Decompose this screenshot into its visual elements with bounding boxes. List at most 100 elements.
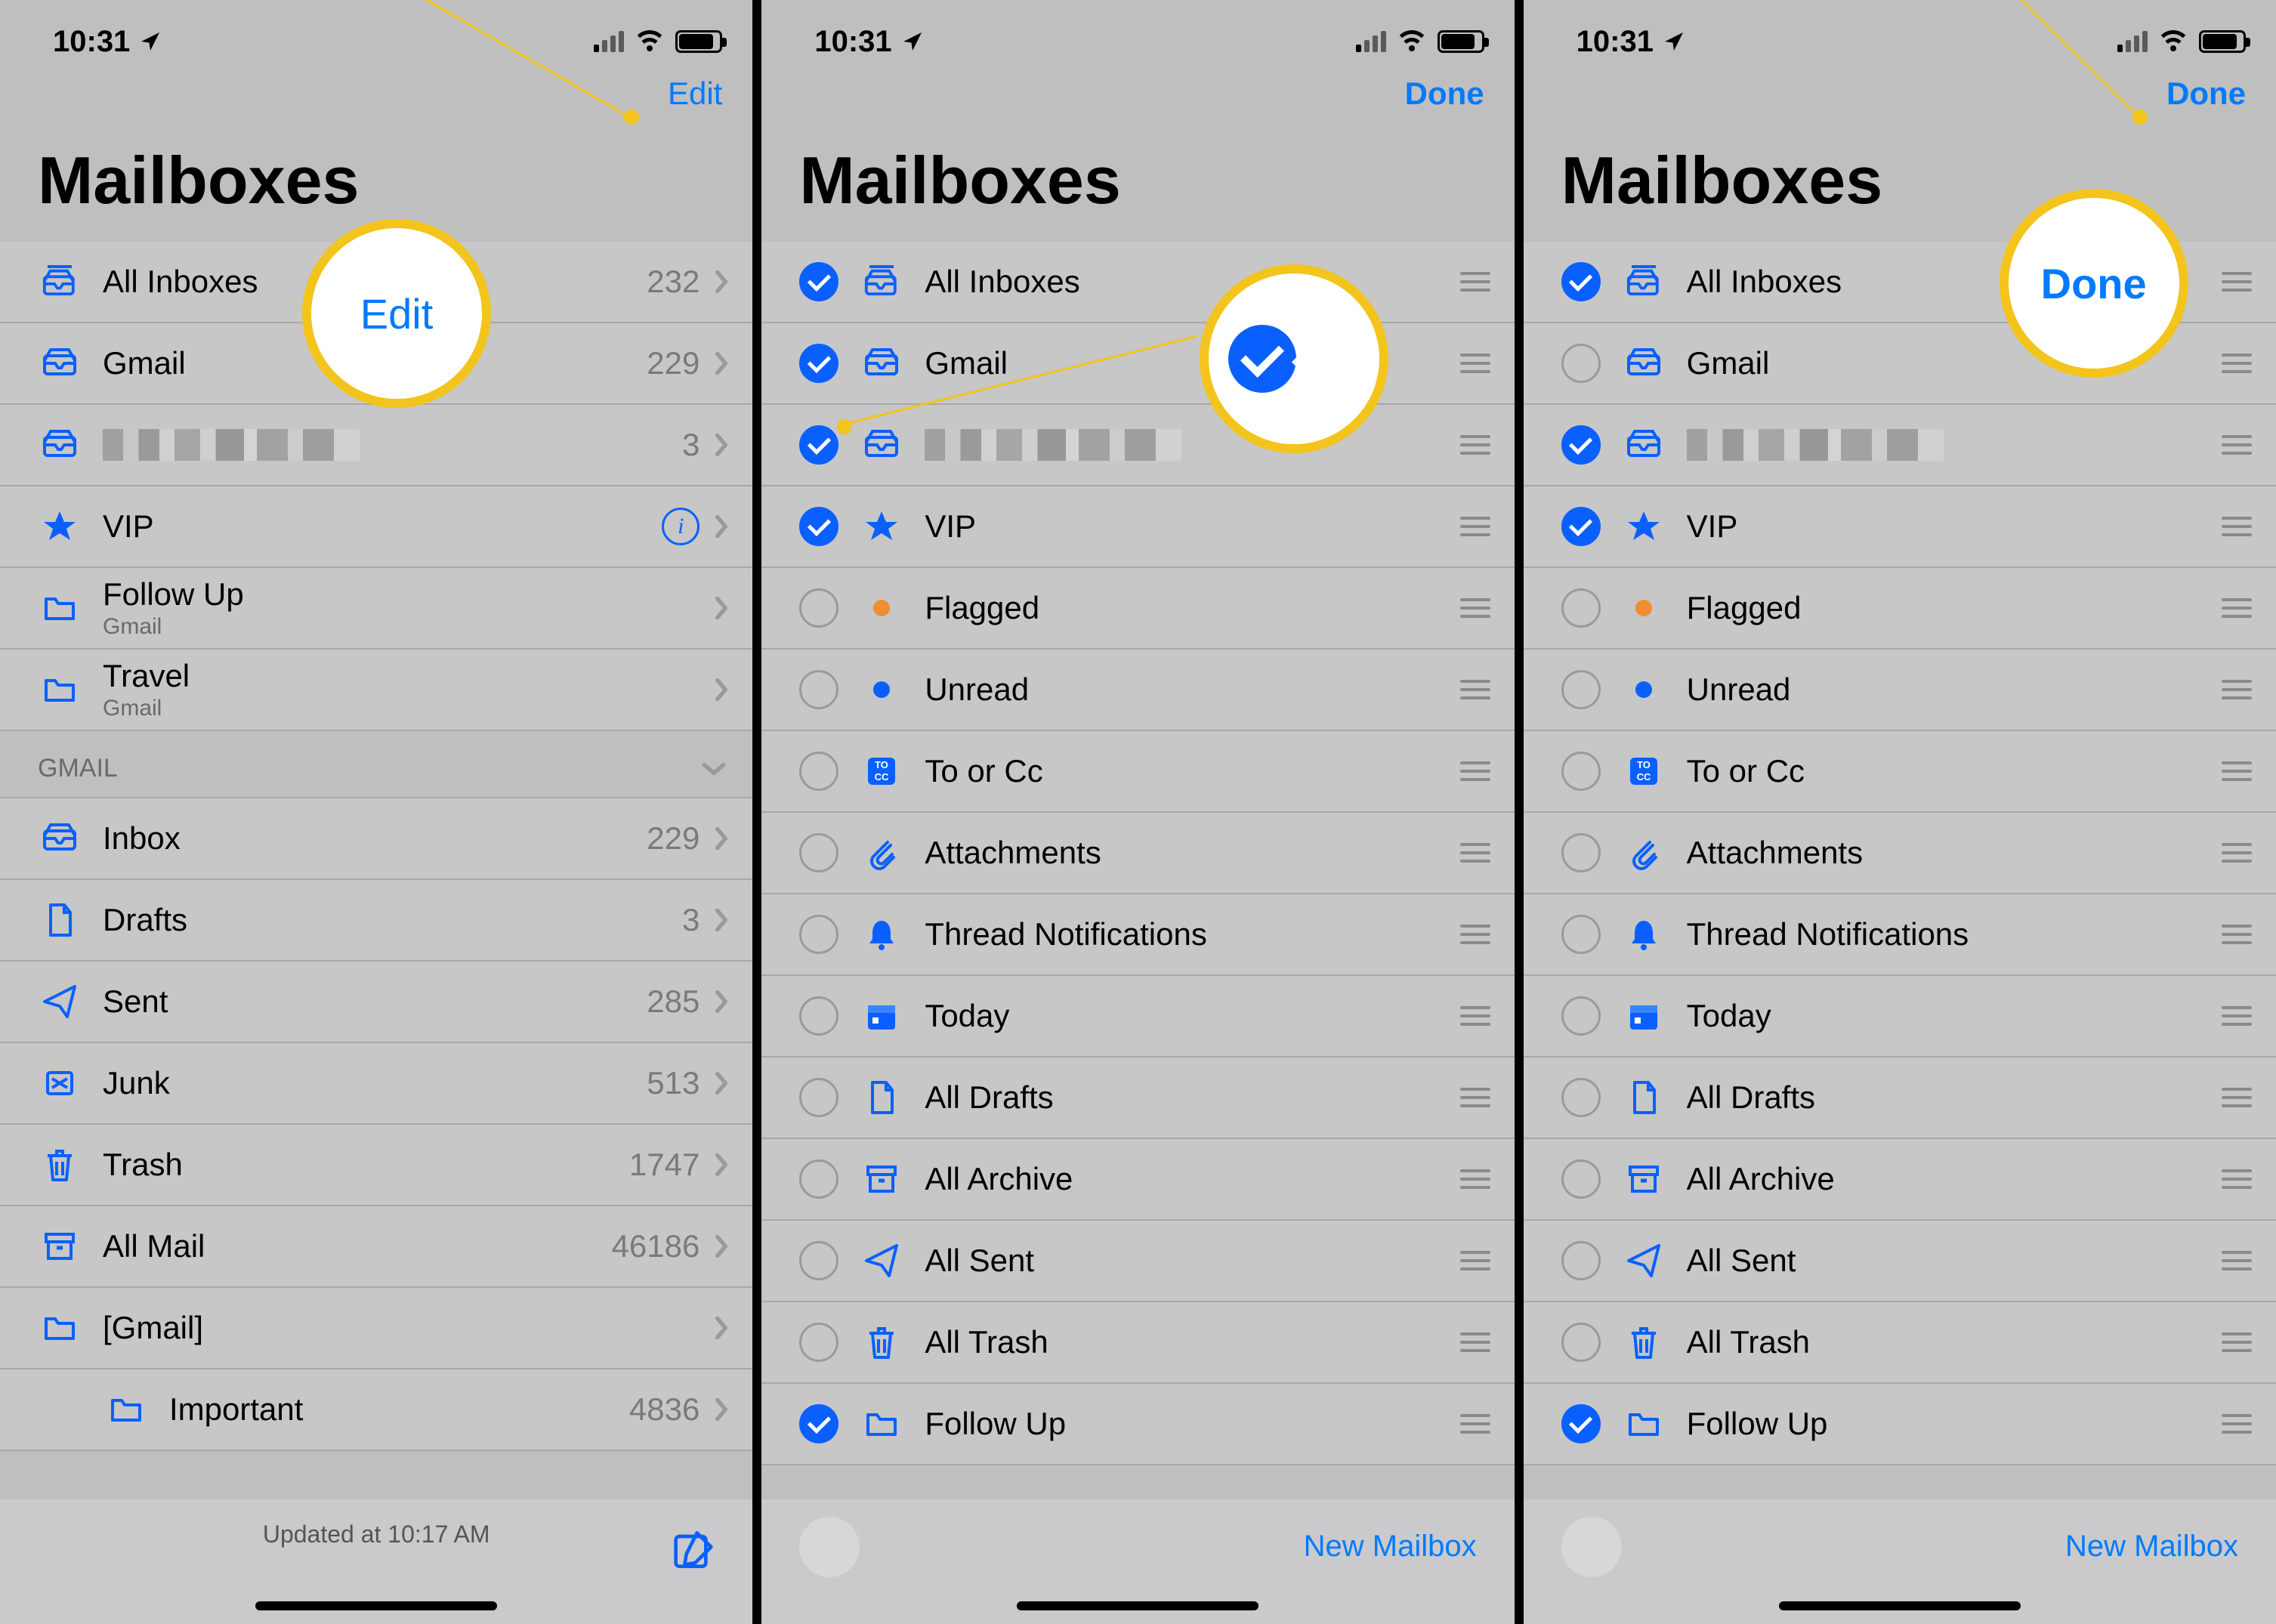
- mailbox-row[interactable]: Follow UpGmail: [0, 568, 752, 650]
- selection-checkbox[interactable]: [1561, 915, 1601, 954]
- selection-checkbox[interactable]: [799, 670, 838, 709]
- folder-row[interactable]: Junk 513: [0, 1043, 752, 1125]
- selection-checkbox[interactable]: [1561, 670, 1601, 709]
- reorder-handle[interactable]: [2220, 1088, 2253, 1107]
- selection-checkbox[interactable]: [799, 425, 838, 465]
- edit-mailbox-row[interactable]: All Drafts: [761, 1057, 1514, 1139]
- edit-mailbox-row[interactable]: Unread: [761, 650, 1514, 731]
- selection-checkbox[interactable]: [1561, 1404, 1601, 1443]
- reorder-handle[interactable]: [2220, 435, 2253, 455]
- edit-mailbox-row[interactable]: All Archive: [1524, 1139, 2276, 1221]
- reorder-handle[interactable]: [1459, 598, 1492, 618]
- selection-checkbox[interactable]: [799, 1404, 838, 1443]
- reorder-handle[interactable]: [2220, 354, 2253, 373]
- reorder-handle[interactable]: [1459, 761, 1492, 781]
- reorder-handle[interactable]: [1459, 354, 1492, 373]
- reorder-handle[interactable]: [1459, 680, 1492, 699]
- mailbox-row[interactable]: VIP i: [0, 486, 752, 568]
- folder-row[interactable]: Trash 1747: [0, 1125, 752, 1206]
- selection-checkbox[interactable]: [1561, 1241, 1601, 1280]
- folder-row[interactable]: Important 4836: [0, 1369, 752, 1451]
- done-button[interactable]: Done: [1405, 76, 1484, 112]
- selection-checkbox[interactable]: [1561, 1078, 1601, 1117]
- selection-checkbox[interactable]: [799, 344, 838, 383]
- selection-checkbox[interactable]: [799, 996, 838, 1036]
- edit-mailbox-row[interactable]: All Trash: [1524, 1302, 2276, 1384]
- selection-checkbox[interactable]: [799, 507, 838, 546]
- edit-mailbox-row[interactable]: VIP: [761, 486, 1514, 568]
- reorder-handle[interactable]: [2220, 598, 2253, 618]
- edit-mailbox-row[interactable]: Flagged: [1524, 568, 2276, 650]
- selection-checkbox[interactable]: [799, 1241, 838, 1280]
- edit-mailbox-row[interactable]: All Inboxes: [761, 242, 1514, 323]
- edit-mailbox-row[interactable]: To or Cc: [1524, 731, 2276, 813]
- selection-checkbox[interactable]: [799, 833, 838, 872]
- reorder-handle[interactable]: [2220, 680, 2253, 699]
- edit-mailbox-row[interactable]: Gmail: [761, 323, 1514, 405]
- section-header-gmail[interactable]: GMAIL: [0, 731, 752, 798]
- reorder-handle[interactable]: [1459, 1169, 1492, 1189]
- reorder-handle[interactable]: [2220, 761, 2253, 781]
- edit-mailbox-row[interactable]: VIP: [1524, 486, 2276, 568]
- mailbox-row[interactable]: 3: [0, 405, 752, 486]
- selection-checkbox[interactable]: [799, 262, 838, 301]
- reorder-handle[interactable]: [1459, 517, 1492, 536]
- selection-checkbox[interactable]: [1561, 262, 1601, 301]
- selection-checkbox[interactable]: [1561, 1323, 1601, 1362]
- reorder-handle[interactable]: [1459, 272, 1492, 292]
- reorder-handle[interactable]: [2220, 843, 2253, 863]
- edit-mailbox-row[interactable]: To or Cc: [761, 731, 1514, 813]
- edit-mailbox-row[interactable]: Flagged: [761, 568, 1514, 650]
- reorder-handle[interactable]: [2220, 1251, 2253, 1270]
- edit-mailbox-row[interactable]: Today: [761, 976, 1514, 1057]
- new-mailbox-button[interactable]: New Mailbox: [2065, 1530, 2238, 1564]
- selection-checkbox[interactable]: [1561, 833, 1601, 872]
- edit-button[interactable]: Edit: [668, 76, 722, 112]
- selection-checkbox[interactable]: [799, 1323, 838, 1362]
- reorder-handle[interactable]: [2220, 1006, 2253, 1026]
- reorder-handle[interactable]: [1459, 1006, 1492, 1026]
- selection-checkbox[interactable]: [1561, 996, 1601, 1036]
- folder-row[interactable]: All Mail 46186: [0, 1206, 752, 1288]
- edit-mailbox-row[interactable]: Today: [1524, 976, 2276, 1057]
- selection-checkbox[interactable]: [1561, 1159, 1601, 1199]
- reorder-handle[interactable]: [2220, 272, 2253, 292]
- selection-checkbox[interactable]: [1561, 752, 1601, 791]
- reorder-handle[interactable]: [2220, 925, 2253, 944]
- info-button[interactable]: i: [662, 508, 699, 545]
- new-mailbox-button[interactable]: New Mailbox: [1304, 1530, 1477, 1564]
- selection-checkbox[interactable]: [799, 915, 838, 954]
- reorder-handle[interactable]: [1459, 1251, 1492, 1270]
- selection-checkbox[interactable]: [1561, 507, 1601, 546]
- reorder-handle[interactable]: [1459, 1332, 1492, 1352]
- reorder-handle[interactable]: [1459, 435, 1492, 455]
- reorder-handle[interactable]: [2220, 1169, 2253, 1189]
- selection-checkbox[interactable]: [799, 588, 838, 628]
- edit-mailbox-row[interactable]: Follow Up: [1524, 1384, 2276, 1465]
- edit-mailbox-row[interactable]: Unread: [1524, 650, 2276, 731]
- reorder-handle[interactable]: [1459, 1088, 1492, 1107]
- edit-mailbox-row[interactable]: [1524, 405, 2276, 486]
- selection-checkbox[interactable]: [799, 1159, 838, 1199]
- edit-mailbox-row[interactable]: All Trash: [761, 1302, 1514, 1384]
- reorder-handle[interactable]: [2220, 1414, 2253, 1434]
- folder-row[interactable]: Sent 285: [0, 962, 752, 1043]
- mailbox-row[interactable]: TravelGmail: [0, 650, 752, 731]
- selection-checkbox[interactable]: [799, 752, 838, 791]
- folder-row[interactable]: Inbox 229: [0, 798, 752, 880]
- selection-checkbox[interactable]: [1561, 425, 1601, 465]
- reorder-handle[interactable]: [2220, 517, 2253, 536]
- reorder-handle[interactable]: [1459, 843, 1492, 863]
- edit-mailbox-row[interactable]: Attachments: [761, 813, 1514, 894]
- folder-row[interactable]: Drafts 3: [0, 880, 752, 962]
- reorder-handle[interactable]: [1459, 925, 1492, 944]
- edit-mailbox-row[interactable]: Attachments: [1524, 813, 2276, 894]
- reorder-handle[interactable]: [1459, 1414, 1492, 1434]
- edit-mailbox-row[interactable]: Thread Notifications: [1524, 894, 2276, 976]
- edit-mailbox-row[interactable]: All Sent: [1524, 1221, 2276, 1302]
- selection-checkbox[interactable]: [799, 1078, 838, 1117]
- edit-mailbox-row[interactable]: All Archive: [761, 1139, 1514, 1221]
- edit-mailbox-row[interactable]: Thread Notifications: [761, 894, 1514, 976]
- selection-checkbox[interactable]: [1561, 344, 1601, 383]
- done-button[interactable]: Done: [2166, 76, 2246, 112]
